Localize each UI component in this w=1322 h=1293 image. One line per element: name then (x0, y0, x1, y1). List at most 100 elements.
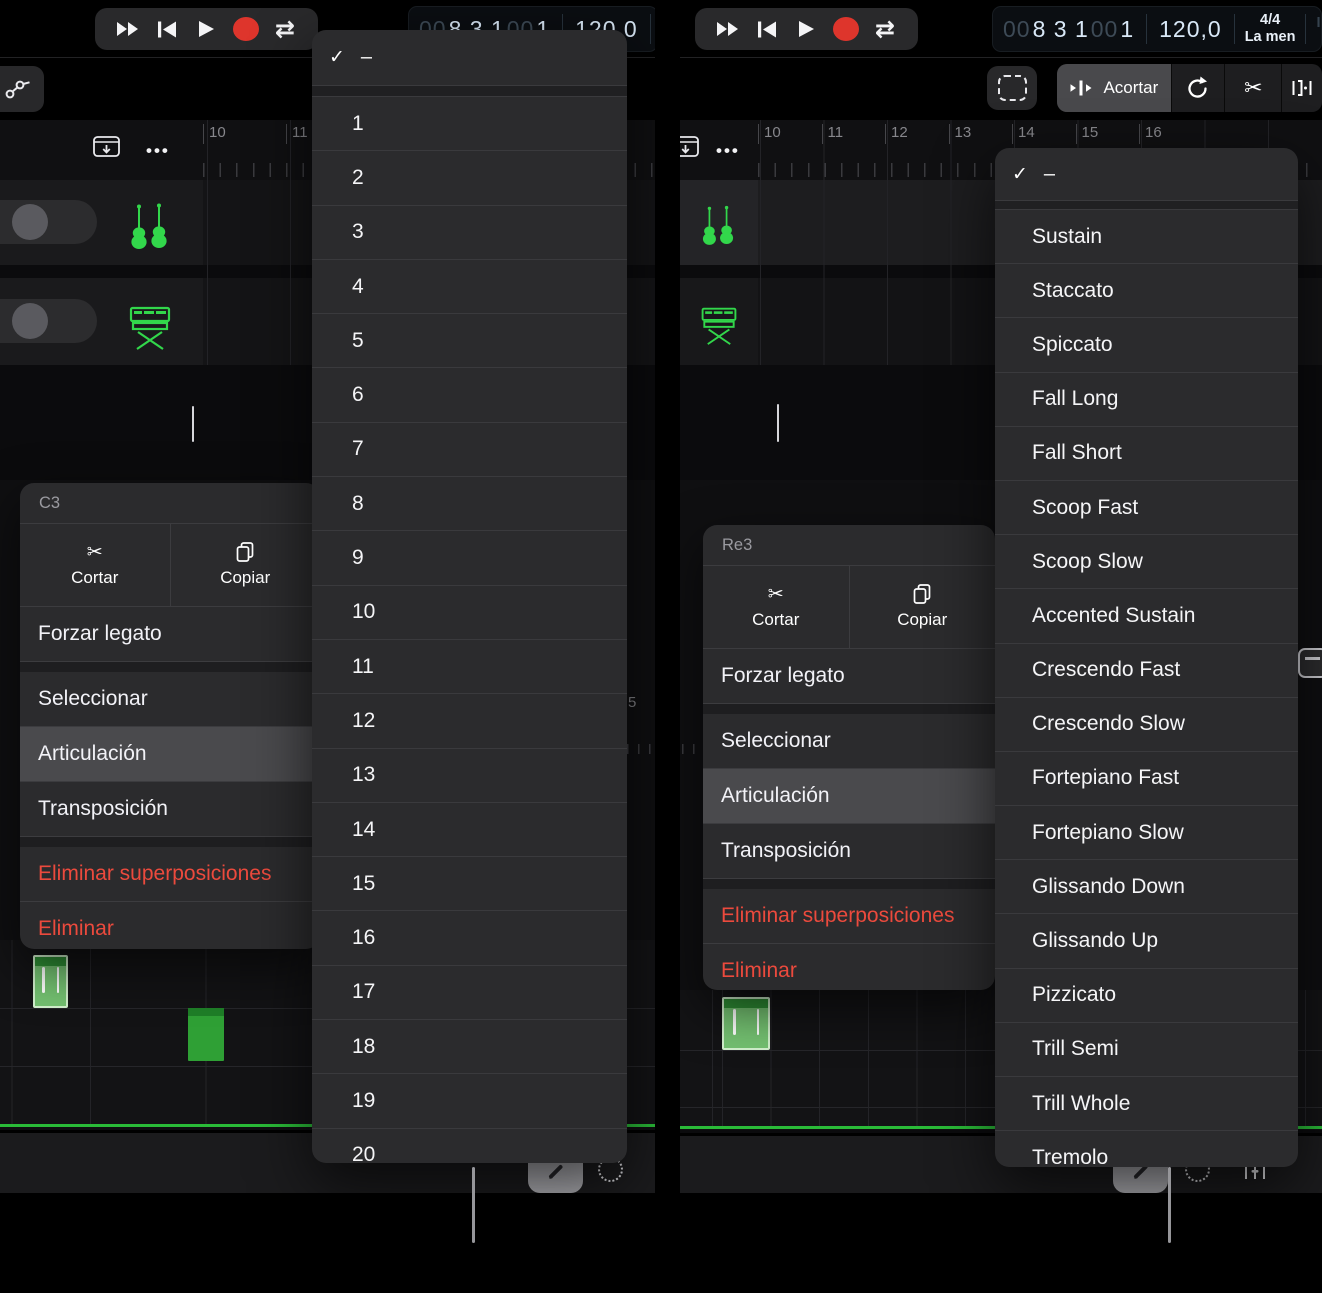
rewind-to-start-button[interactable] (150, 12, 184, 46)
region-handle[interactable] (192, 406, 194, 442)
context-menu-items: Forzar legato Seleccionar Articulación Tran… (703, 648, 995, 990)
articulation-number-option[interactable]: 4 (312, 258, 627, 313)
record-button[interactable] (829, 12, 863, 46)
cut-button[interactable]: ✂ Cortar (703, 566, 849, 648)
loop-segment[interactable] (1170, 64, 1224, 112)
articulation-name-option[interactable]: Trill Semi (995, 1021, 1298, 1076)
articulation-name-option[interactable]: Glissando Up (995, 913, 1298, 967)
articulation-name-option[interactable]: Sustain (995, 210, 1298, 263)
editor-ruler-ticks (682, 744, 702, 754)
context-menu-item[interactable]: Seleccionar (703, 714, 995, 768)
lcd-tempo: 120,0 (1159, 15, 1222, 42)
play-button[interactable] (190, 12, 224, 46)
rewind-to-start-button[interactable] (750, 12, 784, 46)
articulation-number-option[interactable]: 16 (312, 910, 627, 964)
articulation-number-option[interactable]: 9 (312, 530, 627, 584)
cut-button[interactable]: ✂ Cortar (20, 524, 170, 606)
articulation-number-option[interactable]: 11 (312, 638, 627, 693)
articulation-number-option[interactable]: 6 (312, 367, 627, 421)
copy-button[interactable]: Copiar (848, 566, 996, 648)
track-header-download-icon[interactable] (680, 136, 699, 157)
midi-note-selected[interactable] (722, 997, 770, 1050)
keyboard-track-icon[interactable] (700, 304, 738, 348)
articulation-name-option[interactable]: Crescendo Fast (995, 642, 1298, 697)
context-menu-item[interactable]: Articulación (703, 768, 995, 823)
context-menu-item[interactable]: Forzar legato (20, 606, 320, 661)
marquee-select-button[interactable] (987, 66, 1037, 110)
articulation-number-option[interactable]: 1 (312, 97, 627, 150)
context-menu-item[interactable]: Articulación (20, 726, 320, 781)
copy-button[interactable]: Copiar (169, 524, 321, 606)
context-menu-item[interactable]: Eliminar (20, 901, 320, 949)
articulation-name-option[interactable]: Crescendo Slow (995, 696, 1298, 751)
articulation-name-option[interactable]: Staccato (995, 263, 1298, 317)
articulation-name-option[interactable]: Pizzicato (995, 967, 1298, 1022)
fast-forward-button[interactable] (111, 12, 145, 46)
track-toggle-strings[interactable] (0, 200, 97, 244)
track-header-download-icon[interactable] (93, 136, 120, 157)
articulation-number-option[interactable]: 2 (312, 150, 627, 204)
articulation-name-option[interactable]: Scoop Fast (995, 479, 1298, 534)
join-segment[interactable] (1281, 64, 1322, 112)
split-segment[interactable]: ✂ (1224, 64, 1281, 112)
garageband-window-left: ⇄ 00 8 3 1 00 1 120,0 4/4 La men (0, 0, 655, 1193)
trim-segment[interactable]: Acortar (1057, 64, 1171, 112)
articulation-number-option[interactable]: 18 (312, 1019, 627, 1073)
keyboard-toggle-icon[interactable] (1298, 648, 1322, 678)
record-button[interactable] (229, 12, 263, 46)
articulation-name-option[interactable]: Accented Sustain (995, 588, 1298, 642)
midi-note-selected[interactable] (33, 955, 68, 1008)
articulation-name-option[interactable]: Scoop Slow (995, 534, 1298, 588)
articulation-number-option[interactable]: 12 (312, 693, 627, 747)
track-toggle-keyboard[interactable] (0, 299, 97, 343)
articulation-option-none[interactable]: ✓ – (995, 148, 1298, 200)
articulation-number-option[interactable]: 14 (312, 801, 627, 856)
context-menu-item[interactable]: Eliminar superposiciones (703, 889, 995, 943)
scissors-icon: ✂ (767, 583, 784, 605)
midi-note[interactable] (188, 1008, 224, 1061)
articulation-option-none[interactable]: ✓ – (312, 30, 627, 85)
check-icon: ✓ (329, 47, 345, 68)
scissors-icon: ✂ (86, 541, 103, 563)
cycle-icon[interactable]: ⇄ (868, 12, 902, 46)
context-menu-item[interactable]: Eliminar (703, 943, 995, 990)
articulation-number-option[interactable]: 15 (312, 856, 627, 910)
track-options-ellipsis-icon[interactable]: ••• (146, 141, 170, 161)
articulation-number-option[interactable]: 7 (312, 421, 627, 476)
context-menu-item[interactable]: Transposición (703, 823, 995, 878)
lcd-position-dim: 00 (1003, 15, 1031, 42)
context-menu-item[interactable]: Seleccionar (20, 672, 320, 726)
articulation-name-option[interactable]: Fortepiano Slow (995, 805, 1298, 859)
articulation-name-option[interactable]: Fall Short (995, 425, 1298, 480)
context-menu-item[interactable]: Transposición (20, 781, 320, 836)
keyboard-track-icon[interactable] (128, 306, 172, 350)
lcd-display[interactable]: 00 8 3 1 00 1 120,0 4/4 La men InSalida … (992, 6, 1322, 52)
cycle-icon[interactable]: ⇄ (268, 12, 302, 46)
context-menu-item[interactable]: Forzar legato (703, 648, 995, 703)
articulation-name-option[interactable]: Trill Whole (995, 1076, 1298, 1130)
articulation-number-option[interactable]: 17 (312, 964, 627, 1019)
articulation-name-option[interactable]: Glissando Down (995, 859, 1298, 913)
toggle-knob (12, 204, 48, 240)
fast-forward-button[interactable] (711, 12, 745, 46)
articulation-name-option[interactable]: Fall Long (995, 371, 1298, 426)
marquee-icon (997, 75, 1027, 101)
strings-track-icon[interactable] (128, 203, 170, 251)
context-menu-item[interactable]: Eliminar superposiciones (20, 847, 320, 901)
strings-track-icon[interactable] (700, 202, 736, 250)
articulation-name-option[interactable]: Spiccato (995, 317, 1298, 371)
articulation-number-option[interactable]: 8 (312, 476, 627, 530)
track-options-ellipsis-icon[interactable]: ••• (716, 141, 740, 161)
play-button[interactable] (790, 12, 824, 46)
articulation-number-option[interactable]: 20 (312, 1127, 627, 1163)
automation-button[interactable] (0, 66, 44, 112)
articulation-number-option[interactable]: 19 (312, 1073, 627, 1127)
articulation-name-option[interactable]: Fortepiano Fast (995, 750, 1298, 805)
articulation-name-option[interactable]: Tremolo (995, 1130, 1298, 1167)
automation-icon (5, 80, 30, 99)
articulation-number-option[interactable]: 5 (312, 313, 627, 367)
articulation-number-option[interactable]: 13 (312, 747, 627, 802)
region-handle[interactable] (777, 404, 779, 442)
articulation-number-option[interactable]: 10 (312, 584, 627, 639)
articulation-number-option[interactable]: 3 (312, 204, 627, 259)
